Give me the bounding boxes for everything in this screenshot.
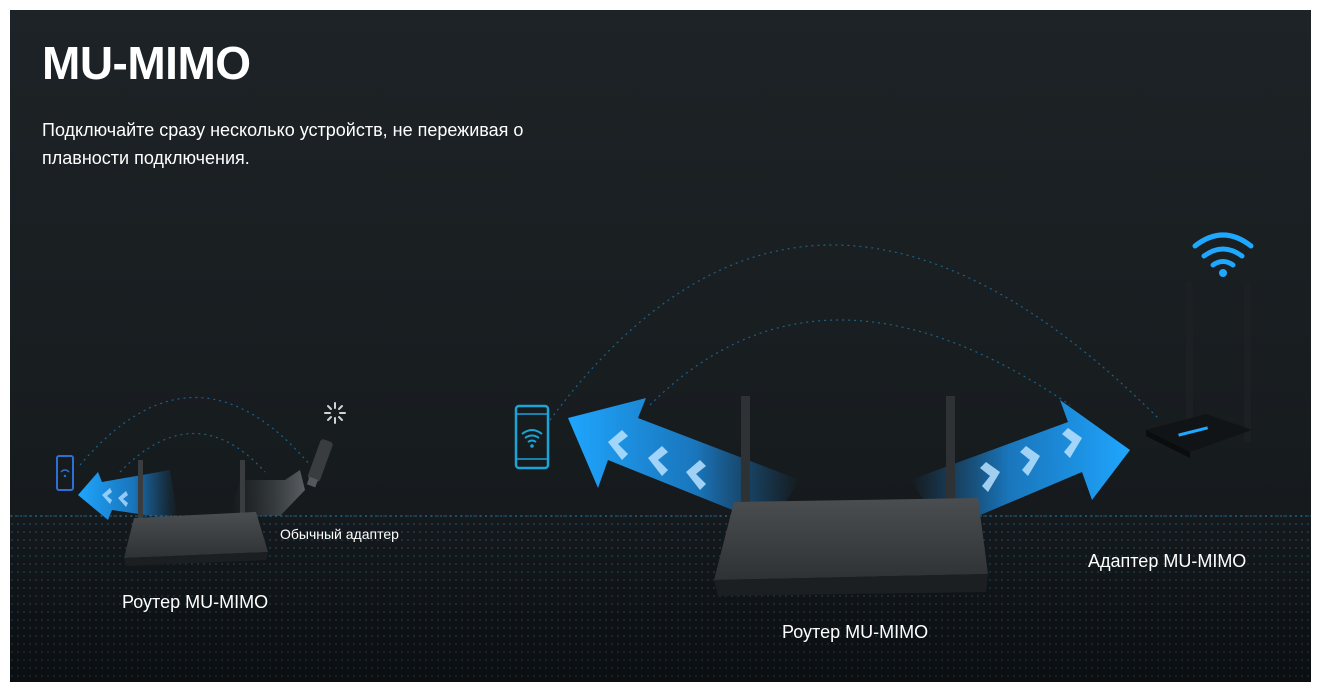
label-right-adapter: Адаптер MU-MIMO (1088, 551, 1247, 571)
phone-icon (56, 455, 74, 491)
scene-illustration (10, 232, 1311, 682)
usb-adapter-icon (306, 439, 333, 488)
wifi-icon (1192, 232, 1254, 268)
mu-mimo-banner: MU-MIMO Подключайте сразу несколько устр… (10, 10, 1311, 682)
usb-adapter-icon (1146, 414, 1252, 458)
label-center-router: Роутер MU-MIMO (782, 622, 929, 642)
page-title: MU-MIMO (42, 37, 251, 89)
wifi-icon (521, 429, 543, 443)
label-left-adapter: Обычный адаптер (280, 526, 399, 542)
page-subtitle: Подключайте сразу несколько устройств, н… (42, 120, 524, 168)
right-scene (1146, 232, 1254, 458)
loading-spinner-icon (324, 402, 346, 424)
phone-icon (514, 404, 550, 470)
label-left-router: Роутер MU-MIMO (122, 592, 269, 612)
